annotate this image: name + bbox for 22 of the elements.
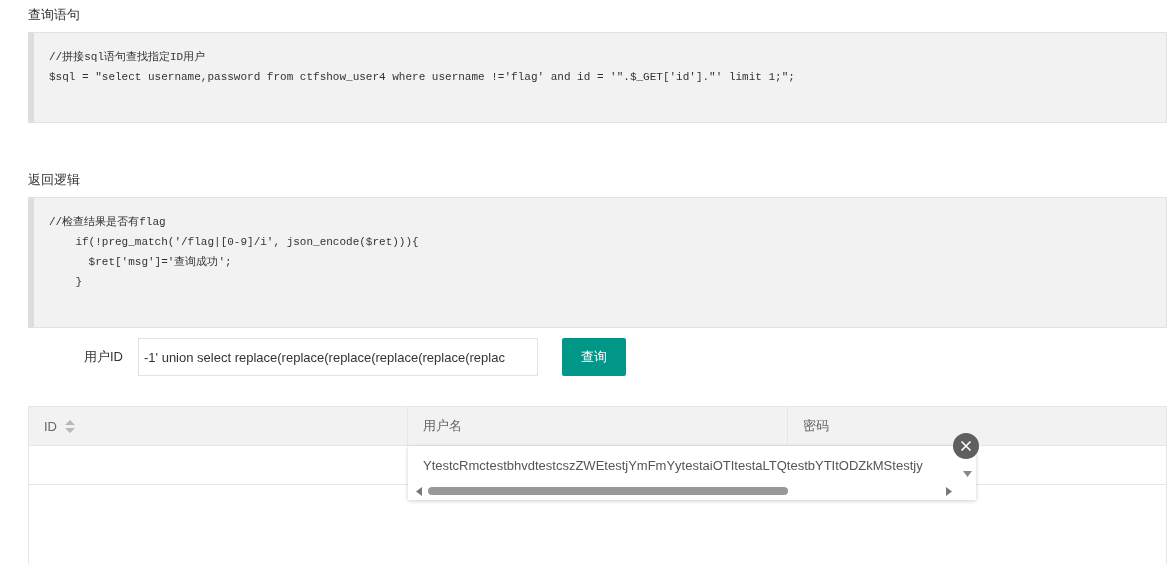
scroll-left-icon[interactable]	[416, 486, 422, 496]
scroll-right-icon[interactable]	[946, 486, 952, 496]
code-line: $ret['msg']='查询成功';	[87, 255, 233, 270]
header-text: 密码	[802, 417, 829, 435]
code-line: if(!preg_match('/flag|[0-9]/i', json_encode($ret))){	[74, 235, 420, 250]
code-line: $sql = "select username,password from ctfshow_user4 where username !='flag' and id = '".$_GET['id']."' limit 1;";	[49, 70, 796, 85]
header-text: ID	[44, 418, 57, 434]
scroll-down-icon[interactable]	[963, 471, 972, 477]
query-button[interactable]: 查询	[562, 338, 626, 376]
column-header[interactable]: ID	[29, 407, 408, 445]
field-label: 用户ID	[83, 348, 124, 366]
section-title: 查询语句	[28, 6, 81, 24]
scrollbar-thumb[interactable]	[428, 487, 788, 495]
section-title: 返回逻辑	[28, 171, 81, 189]
user-id-field[interactable]: -1' union select replace(replace(replace(replace(replace(replac	[138, 338, 538, 376]
code-line: //检查结果是否有flag	[49, 215, 167, 230]
close-icon[interactable]	[953, 433, 979, 459]
code-line: //拼接sql语句查找指定ID用户	[49, 50, 207, 65]
cell-text: YtestcRmctestbhvdtestcszZWEtestjYmFmYytestaiOTItestaLTQtestbYTItODZkMStestjy	[423, 457, 924, 473]
column-header[interactable]: 用户名	[407, 407, 787, 445]
header-text: 用户名	[423, 417, 463, 435]
code-line: }	[74, 275, 83, 290]
